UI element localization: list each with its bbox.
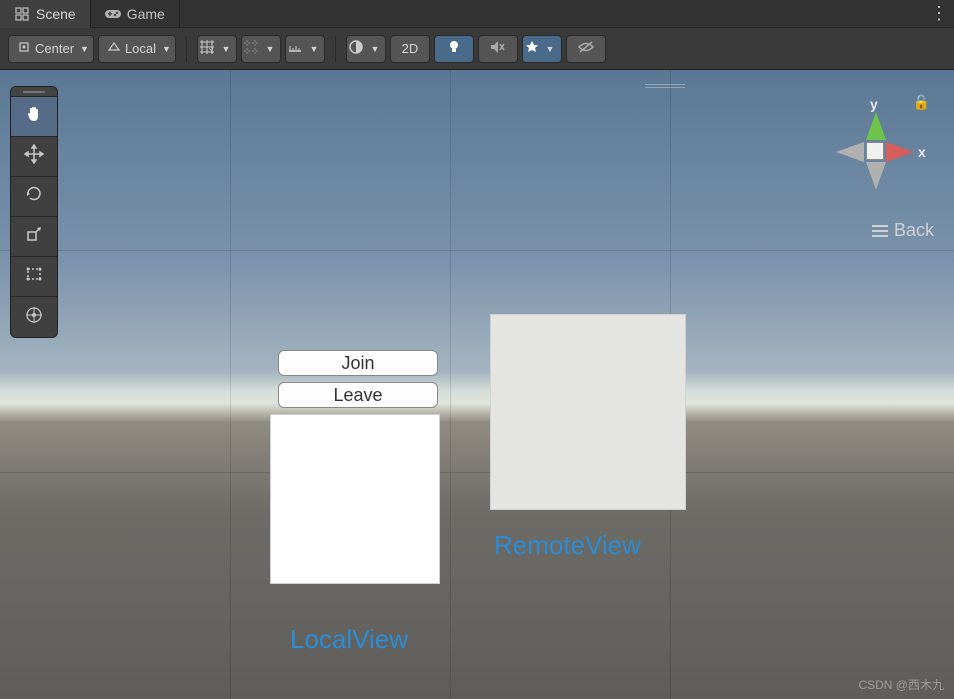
tab-game-label: Game — [127, 6, 165, 22]
snap-increment-icon — [243, 39, 259, 58]
gizmo-y-label: y — [870, 96, 878, 112]
scale-tool-button[interactable] — [11, 217, 57, 257]
editor-tabs: Scene Game ⋮ — [0, 0, 954, 28]
shaded-icon — [348, 39, 364, 58]
rect-tool-button[interactable] — [11, 257, 57, 297]
grid-snap-button[interactable]: Y ▼ — [197, 35, 237, 63]
scale-icon — [24, 224, 44, 249]
gizmo-y-axis[interactable] — [866, 112, 886, 140]
move-icon — [24, 144, 44, 169]
local-view-panel[interactable] — [270, 414, 440, 584]
grid-visibility-button[interactable]: ▼ — [285, 35, 325, 63]
transform-tool-palette — [10, 86, 58, 338]
hand-tool-button[interactable] — [11, 97, 57, 137]
tab-scene[interactable]: Scene — [0, 0, 91, 28]
hand-icon — [24, 104, 44, 129]
game-tab-icon — [105, 6, 121, 22]
palette-grip[interactable] — [11, 87, 57, 97]
chevron-down-icon: ▼ — [80, 44, 89, 54]
back-label: Back — [894, 220, 934, 241]
watermark-text: CSDN @西木九 — [858, 676, 944, 693]
panel-drag-handle[interactable] — [645, 84, 685, 88]
handle-position-label: Center — [35, 41, 74, 56]
scene-toolbar: Center ▼ Local ▼ Y ▼ ▼ ▼ ▼ 2D — [0, 28, 954, 70]
tab-overflow-menu[interactable]: ⋮ — [924, 0, 954, 28]
canvas-grid-line — [450, 70, 451, 699]
gizmo-neg-y-axis[interactable] — [866, 162, 886, 190]
chevron-down-icon: ▼ — [221, 44, 230, 54]
lightbulb-icon — [447, 39, 461, 58]
visibility-toggle-button[interactable] — [566, 35, 606, 63]
scene-tab-icon — [14, 6, 30, 22]
transform-tool-button[interactable] — [11, 297, 57, 337]
menu-icon — [872, 225, 888, 237]
lighting-toggle-button[interactable] — [434, 35, 474, 63]
audio-off-icon — [490, 40, 506, 57]
rect-icon — [24, 264, 44, 289]
2d-label: 2D — [402, 41, 419, 56]
chevron-down-icon: ▼ — [309, 44, 318, 54]
fx-toggle-button[interactable]: ▼ — [522, 35, 562, 63]
local-icon — [107, 40, 121, 57]
audio-toggle-button[interactable] — [478, 35, 518, 63]
fx-icon — [525, 40, 539, 57]
gizmo-neg-x-axis[interactable] — [836, 142, 864, 162]
handle-position-dropdown[interactable]: Center ▼ — [8, 35, 94, 63]
draw-mode-button[interactable]: ▼ — [346, 35, 386, 63]
rotate-tool-button[interactable] — [11, 177, 57, 217]
svg-text:Y: Y — [209, 48, 214, 55]
gizmo-back-button[interactable]: Back — [872, 220, 934, 241]
chevron-down-icon: ▼ — [162, 44, 171, 54]
gizmo-x-label: x — [918, 144, 926, 160]
handle-rotation-label: Local — [125, 41, 156, 56]
eye-off-icon — [577, 40, 595, 57]
remote-view-panel[interactable] — [490, 314, 686, 510]
chevron-down-icon: ▼ — [370, 44, 379, 54]
leave-button[interactable]: Leave — [278, 382, 438, 408]
unlock-icon[interactable]: 🔓 — [913, 94, 930, 111]
scene-viewport[interactable]: RemoteView Join Leave LocalView 🔓 — [0, 70, 954, 699]
orientation-gizmo[interactable]: 🔓 y x — [814, 90, 934, 210]
join-button-label: Join — [341, 353, 374, 374]
snap-increment-button[interactable]: ▼ — [241, 35, 281, 63]
local-view-label: LocalView — [290, 624, 408, 655]
scene-background — [0, 70, 954, 699]
center-icon — [17, 40, 31, 57]
canvas-grid-line — [230, 70, 231, 699]
ruler-icon — [287, 40, 303, 57]
handle-rotation-dropdown[interactable]: Local ▼ — [98, 35, 176, 63]
leave-button-label: Leave — [333, 385, 382, 406]
move-tool-button[interactable] — [11, 137, 57, 177]
tab-scene-label: Scene — [36, 6, 76, 22]
gizmo-center[interactable] — [866, 142, 884, 160]
tab-game[interactable]: Game — [91, 0, 180, 28]
canvas-grid-line — [0, 250, 954, 251]
join-button[interactable]: Join — [278, 350, 438, 376]
2d-toggle-button[interactable]: 2D — [390, 35, 430, 63]
chevron-down-icon: ▼ — [265, 44, 274, 54]
grid-snap-icon: Y — [199, 39, 215, 58]
transform-icon — [24, 305, 44, 330]
canvas-grid-line — [0, 472, 954, 473]
chevron-down-icon: ▼ — [545, 44, 554, 54]
gizmo-x-axis[interactable] — [886, 142, 914, 162]
remote-view-label: RemoteView — [494, 530, 641, 561]
rotate-icon — [24, 184, 44, 209]
